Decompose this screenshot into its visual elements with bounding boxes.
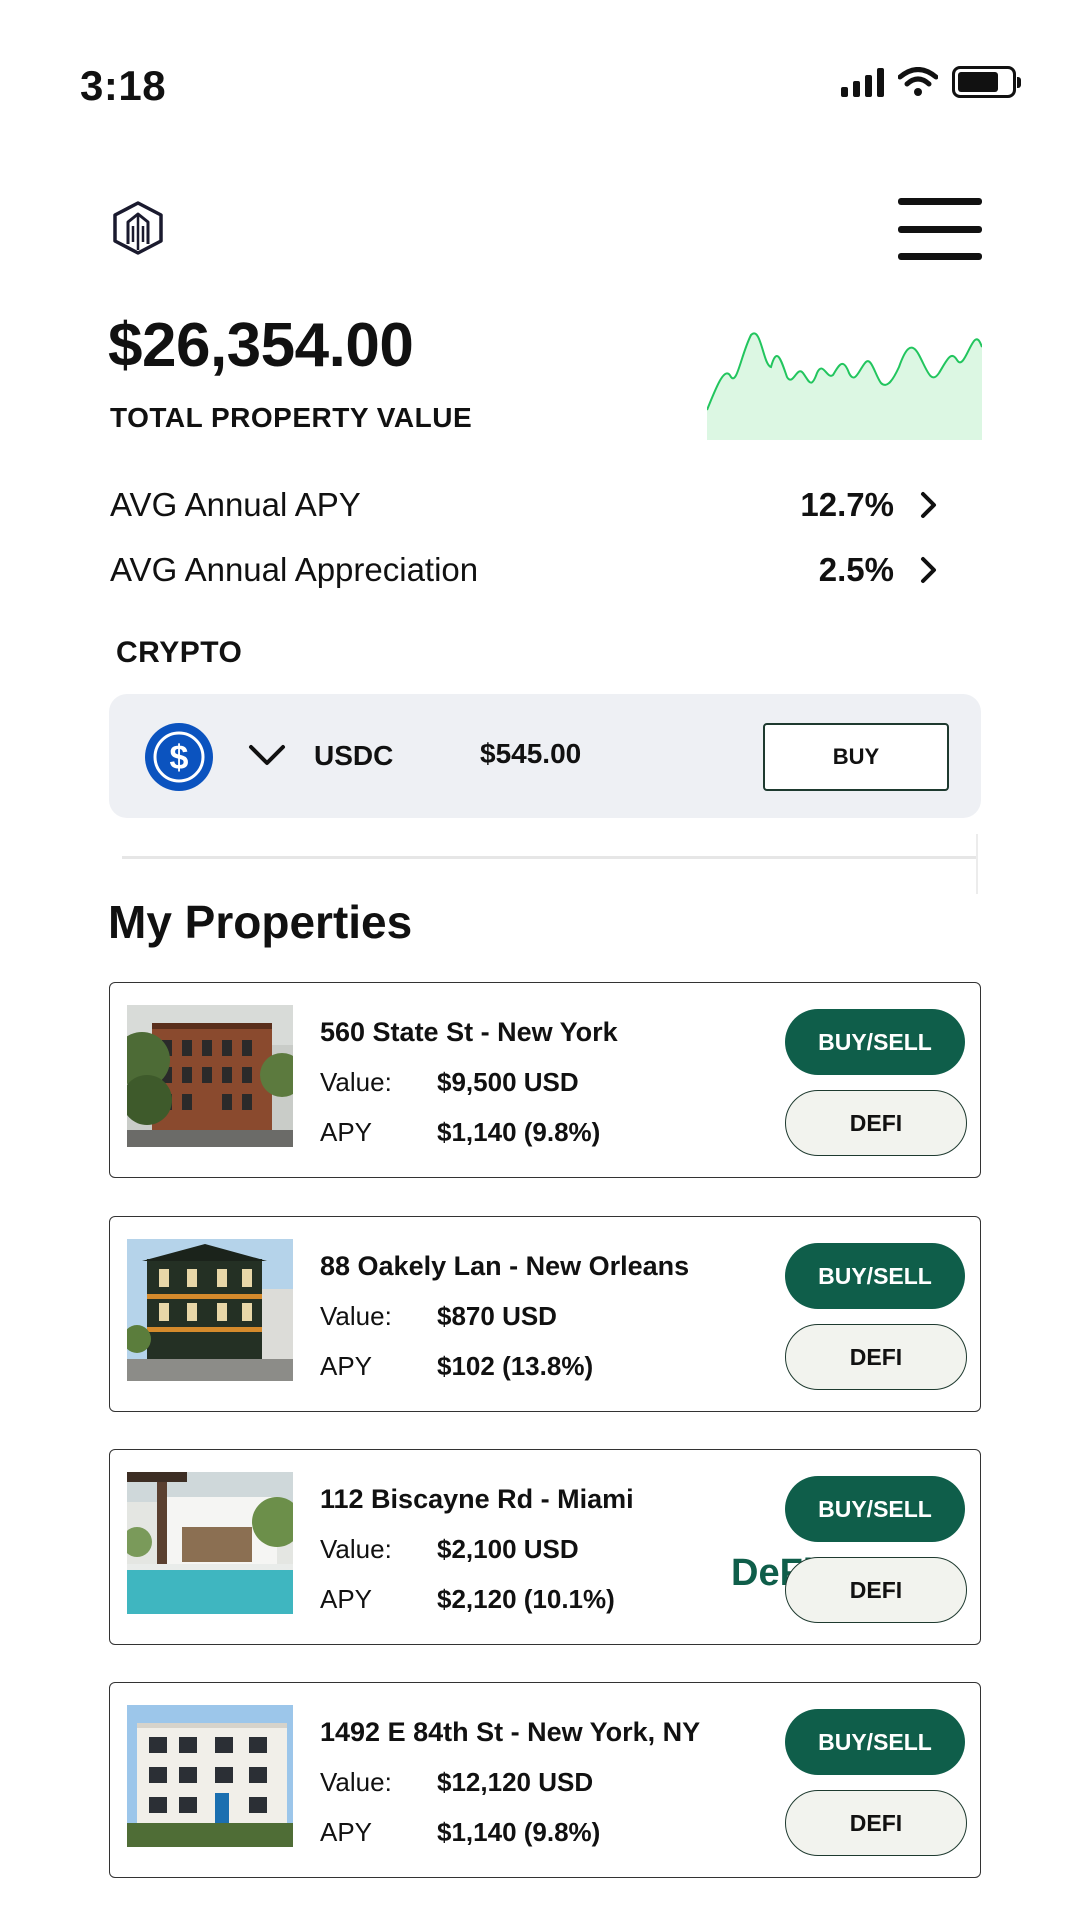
- defi-button[interactable]: DEFI: [785, 1790, 967, 1856]
- stat-avg-appreciation[interactable]: AVG Annual Appreciation 2.5%: [110, 545, 940, 595]
- usdc-icon: $: [145, 723, 213, 791]
- property-apy: $102 (13.8%): [437, 1351, 594, 1381]
- property-image: [127, 1005, 293, 1147]
- stat-avg-apy[interactable]: AVG Annual APY 12.7%: [110, 480, 940, 530]
- property-card[interactable]: 112 Biscayne Rd - Miami Value: $2,100 US…: [109, 1449, 981, 1645]
- stat-value: 12.7%: [800, 486, 894, 523]
- property-image: [127, 1239, 293, 1381]
- app-logo-icon[interactable]: [110, 200, 166, 256]
- crypto-symbol: USDC: [314, 740, 394, 771]
- battery-icon: [952, 66, 1021, 98]
- chevron-right-icon: [921, 557, 936, 583]
- defi-button[interactable]: DEFI: [785, 1090, 967, 1156]
- value-label: Value:: [320, 1534, 392, 1564]
- property-address: 88 Oakely Lan - New Orleans: [320, 1251, 690, 1281]
- value-label: Value:: [320, 1067, 392, 1097]
- defi-button[interactable]: DEFI: [785, 1324, 967, 1390]
- cellular-signal-icon: [841, 67, 884, 97]
- my-properties-title: My Properties: [108, 896, 413, 948]
- property-value: $12,120 USD: [437, 1767, 594, 1797]
- svg-text:$: $: [170, 739, 189, 777]
- property-card[interactable]: 88 Oakely Lan - New Orleans Value: $870 …: [109, 1216, 981, 1412]
- status-time: 3:18: [80, 62, 167, 109]
- total-property-value: $26,354.00: [108, 311, 414, 380]
- crypto-card: $ USDC $545.00 BUY: [109, 694, 981, 818]
- defi-button[interactable]: DEFI: [785, 1557, 967, 1623]
- property-image: [127, 1472, 293, 1614]
- divider: [976, 834, 978, 894]
- property-card[interactable]: 1492 E 84th St - New York, NY Value: $12…: [109, 1682, 981, 1878]
- property-address: 560 State St - New York: [320, 1017, 618, 1047]
- buy-sell-button[interactable]: BUY/SELL: [785, 1476, 965, 1542]
- status-icons: [841, 66, 1021, 98]
- buy-sell-button[interactable]: BUY/SELL: [785, 1243, 965, 1309]
- property-address: 1492 E 84th St - New York, NY: [320, 1717, 701, 1747]
- chevron-down-icon[interactable]: [247, 742, 287, 768]
- divider: [122, 856, 978, 859]
- property-address: 112 Biscayne Rd - Miami: [320, 1484, 634, 1514]
- property-apy: $2,120 (10.1%): [437, 1584, 615, 1614]
- crypto-amount: $545.00: [480, 738, 582, 769]
- property-value: $9,500 USD: [437, 1067, 579, 1097]
- apy-label: APY: [320, 1817, 373, 1847]
- value-label: Value:: [320, 1301, 392, 1331]
- property-card[interactable]: 560 State St - New York Value: $9,500 US…: [109, 982, 981, 1178]
- property-apy: $1,140 (9.8%): [437, 1117, 601, 1147]
- buy-sell-button[interactable]: BUY/SELL: [785, 1009, 965, 1075]
- property-value: $2,100 USD: [437, 1534, 579, 1564]
- property-apy: $1,140 (9.8%): [437, 1817, 601, 1847]
- value-sparkline-chart: [707, 332, 982, 440]
- apy-label: APY: [320, 1117, 373, 1147]
- property-value: $870 USD: [437, 1301, 557, 1331]
- apy-label: APY: [320, 1584, 373, 1614]
- hamburger-menu-icon[interactable]: [898, 198, 982, 260]
- crypto-heading: CRYPTO: [116, 636, 243, 669]
- stat-value: 2.5%: [818, 551, 894, 588]
- wifi-icon: [898, 67, 938, 96]
- total-property-value-label: TOTAL PROPERTY VALUE: [110, 402, 473, 433]
- apy-label: APY: [320, 1351, 373, 1381]
- buy-crypto-button[interactable]: BUY: [763, 723, 949, 791]
- value-label: Value:: [320, 1767, 392, 1797]
- stat-label: AVG Annual Appreciation: [110, 551, 479, 588]
- stat-label: AVG Annual APY: [110, 486, 361, 523]
- chevron-right-icon: [921, 492, 936, 518]
- buy-sell-button[interactable]: BUY/SELL: [785, 1709, 965, 1775]
- property-image: [127, 1705, 293, 1847]
